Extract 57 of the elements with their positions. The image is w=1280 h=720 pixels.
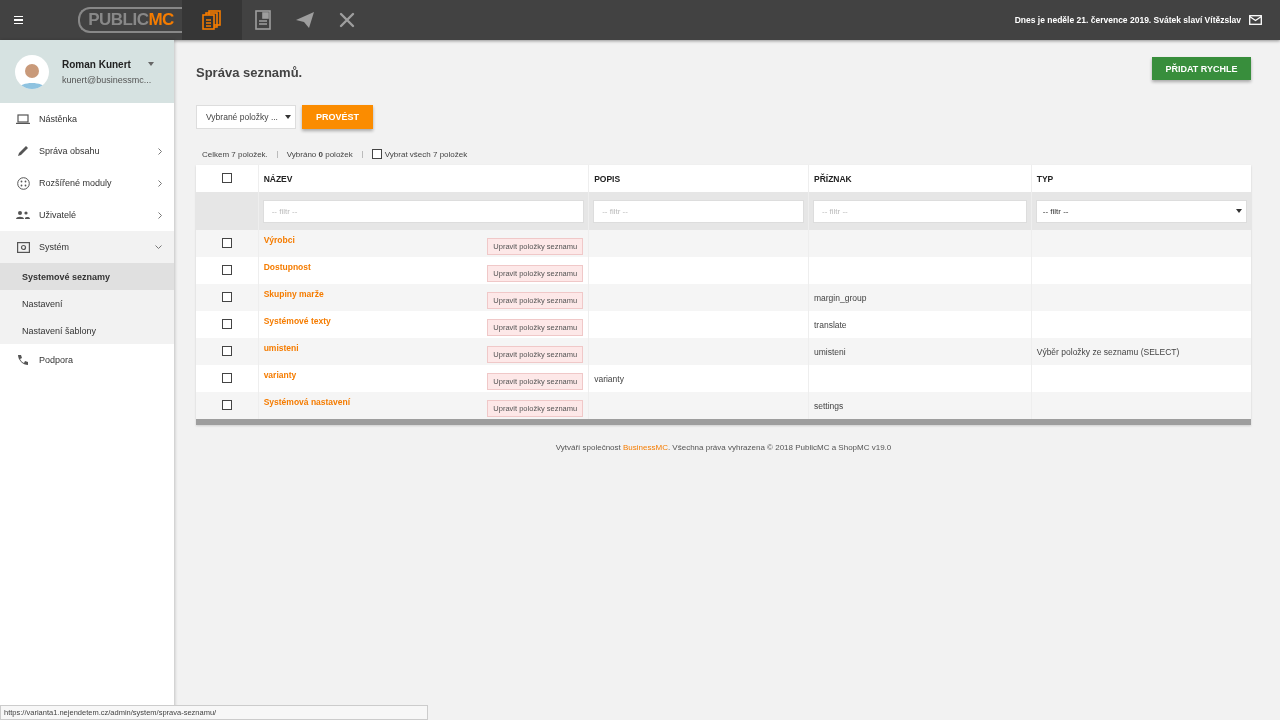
filter-select[interactable]: -- filtr -- (1035, 199, 1247, 223)
selected-count: Vybráno 0 položek (286, 149, 353, 159)
filter-field[interactable]: -- filtr -- (262, 199, 585, 223)
chevron-right-icon (158, 147, 162, 155)
row-checkbox[interactable] (221, 399, 232, 410)
pencil-icon (17, 145, 29, 157)
row-checkbox[interactable] (221, 345, 232, 356)
select-all-checkbox[interactable] (371, 149, 382, 159)
paper-plane-icon (295, 11, 315, 29)
row-checkbox[interactable] (221, 264, 232, 275)
select-all-label[interactable]: Vybrat všech 7 položek (384, 149, 468, 159)
table-cell: varianty (594, 373, 624, 384)
user-name: Roman Kunert (62, 58, 131, 70)
avatar (15, 54, 49, 89)
row-checkbox[interactable] (221, 372, 232, 383)
chevron-down-icon (155, 245, 162, 249)
row-checkbox[interactable] (221, 318, 232, 329)
header-checkbox[interactable] (221, 172, 232, 183)
table-cell: margin_group (814, 292, 867, 303)
chevron-right-icon (158, 179, 162, 187)
page-title: Správa seznamů. (196, 65, 303, 80)
filter-field[interactable]: -- filtr -- (813, 199, 1027, 223)
quick-add-button[interactable]: PŘIDAT RYCHLE (1152, 57, 1251, 80)
table-cell: Výběr položky ze seznamu (SELECT) (1036, 346, 1180, 357)
bulk-action-select[interactable]: Vybrané položky ... (196, 105, 296, 129)
sidebar-item[interactable]: Uživatelé (0, 199, 174, 231)
users-icon (16, 210, 30, 220)
phone-icon (17, 354, 29, 366)
table-cell: umisteni (814, 346, 846, 357)
sidebar-item[interactable]: Správa obsahu (0, 135, 174, 167)
documents-icon (202, 10, 222, 30)
sidebar-item[interactable]: Rozšířené moduly (0, 167, 174, 199)
sidebar-item[interactable]: Systém (0, 231, 174, 263)
tools-icon (338, 11, 356, 29)
toolbar-button[interactable] (182, 0, 242, 40)
table-cell: settings (814, 400, 844, 411)
sidebar-subitem[interactable]: Nastavení šablony (0, 317, 174, 344)
user-email: kunert@businessmc... (62, 74, 153, 85)
laptop-icon (16, 114, 30, 124)
filter-field[interactable]: -- filtr -- (593, 199, 804, 223)
sidebar-subitem[interactable]: Systemové seznamy (0, 263, 174, 290)
mail-icon[interactable] (1249, 15, 1262, 25)
date-text: Dnes je neděle 21. července 2019. Svátek slaví Vítězslav (1014, 15, 1241, 25)
chevron-right-icon (158, 211, 162, 219)
row-checkbox[interactable] (221, 291, 232, 302)
sidebar-subitem[interactable]: Nastavení (0, 290, 174, 317)
row-checkbox[interactable] (221, 237, 232, 248)
monitor-icon (16, 241, 30, 253)
caret-down-icon (285, 115, 291, 119)
total-count: Celkem 7 položek. (202, 149, 268, 159)
circle-dots-icon (16, 176, 30, 190)
table-cell: translate (814, 319, 847, 330)
document-icon (254, 10, 272, 30)
sidebar-item[interactable]: Podpora (0, 344, 174, 376)
sidebar-item[interactable]: Nástěnka (0, 103, 174, 135)
caret-down-icon (1236, 209, 1242, 213)
footer-text: Vytváří společnost BusinessMC. Všechna práva vyhrazena © 2018 PublicMC a ShopMC v19.0 (554, 443, 893, 452)
